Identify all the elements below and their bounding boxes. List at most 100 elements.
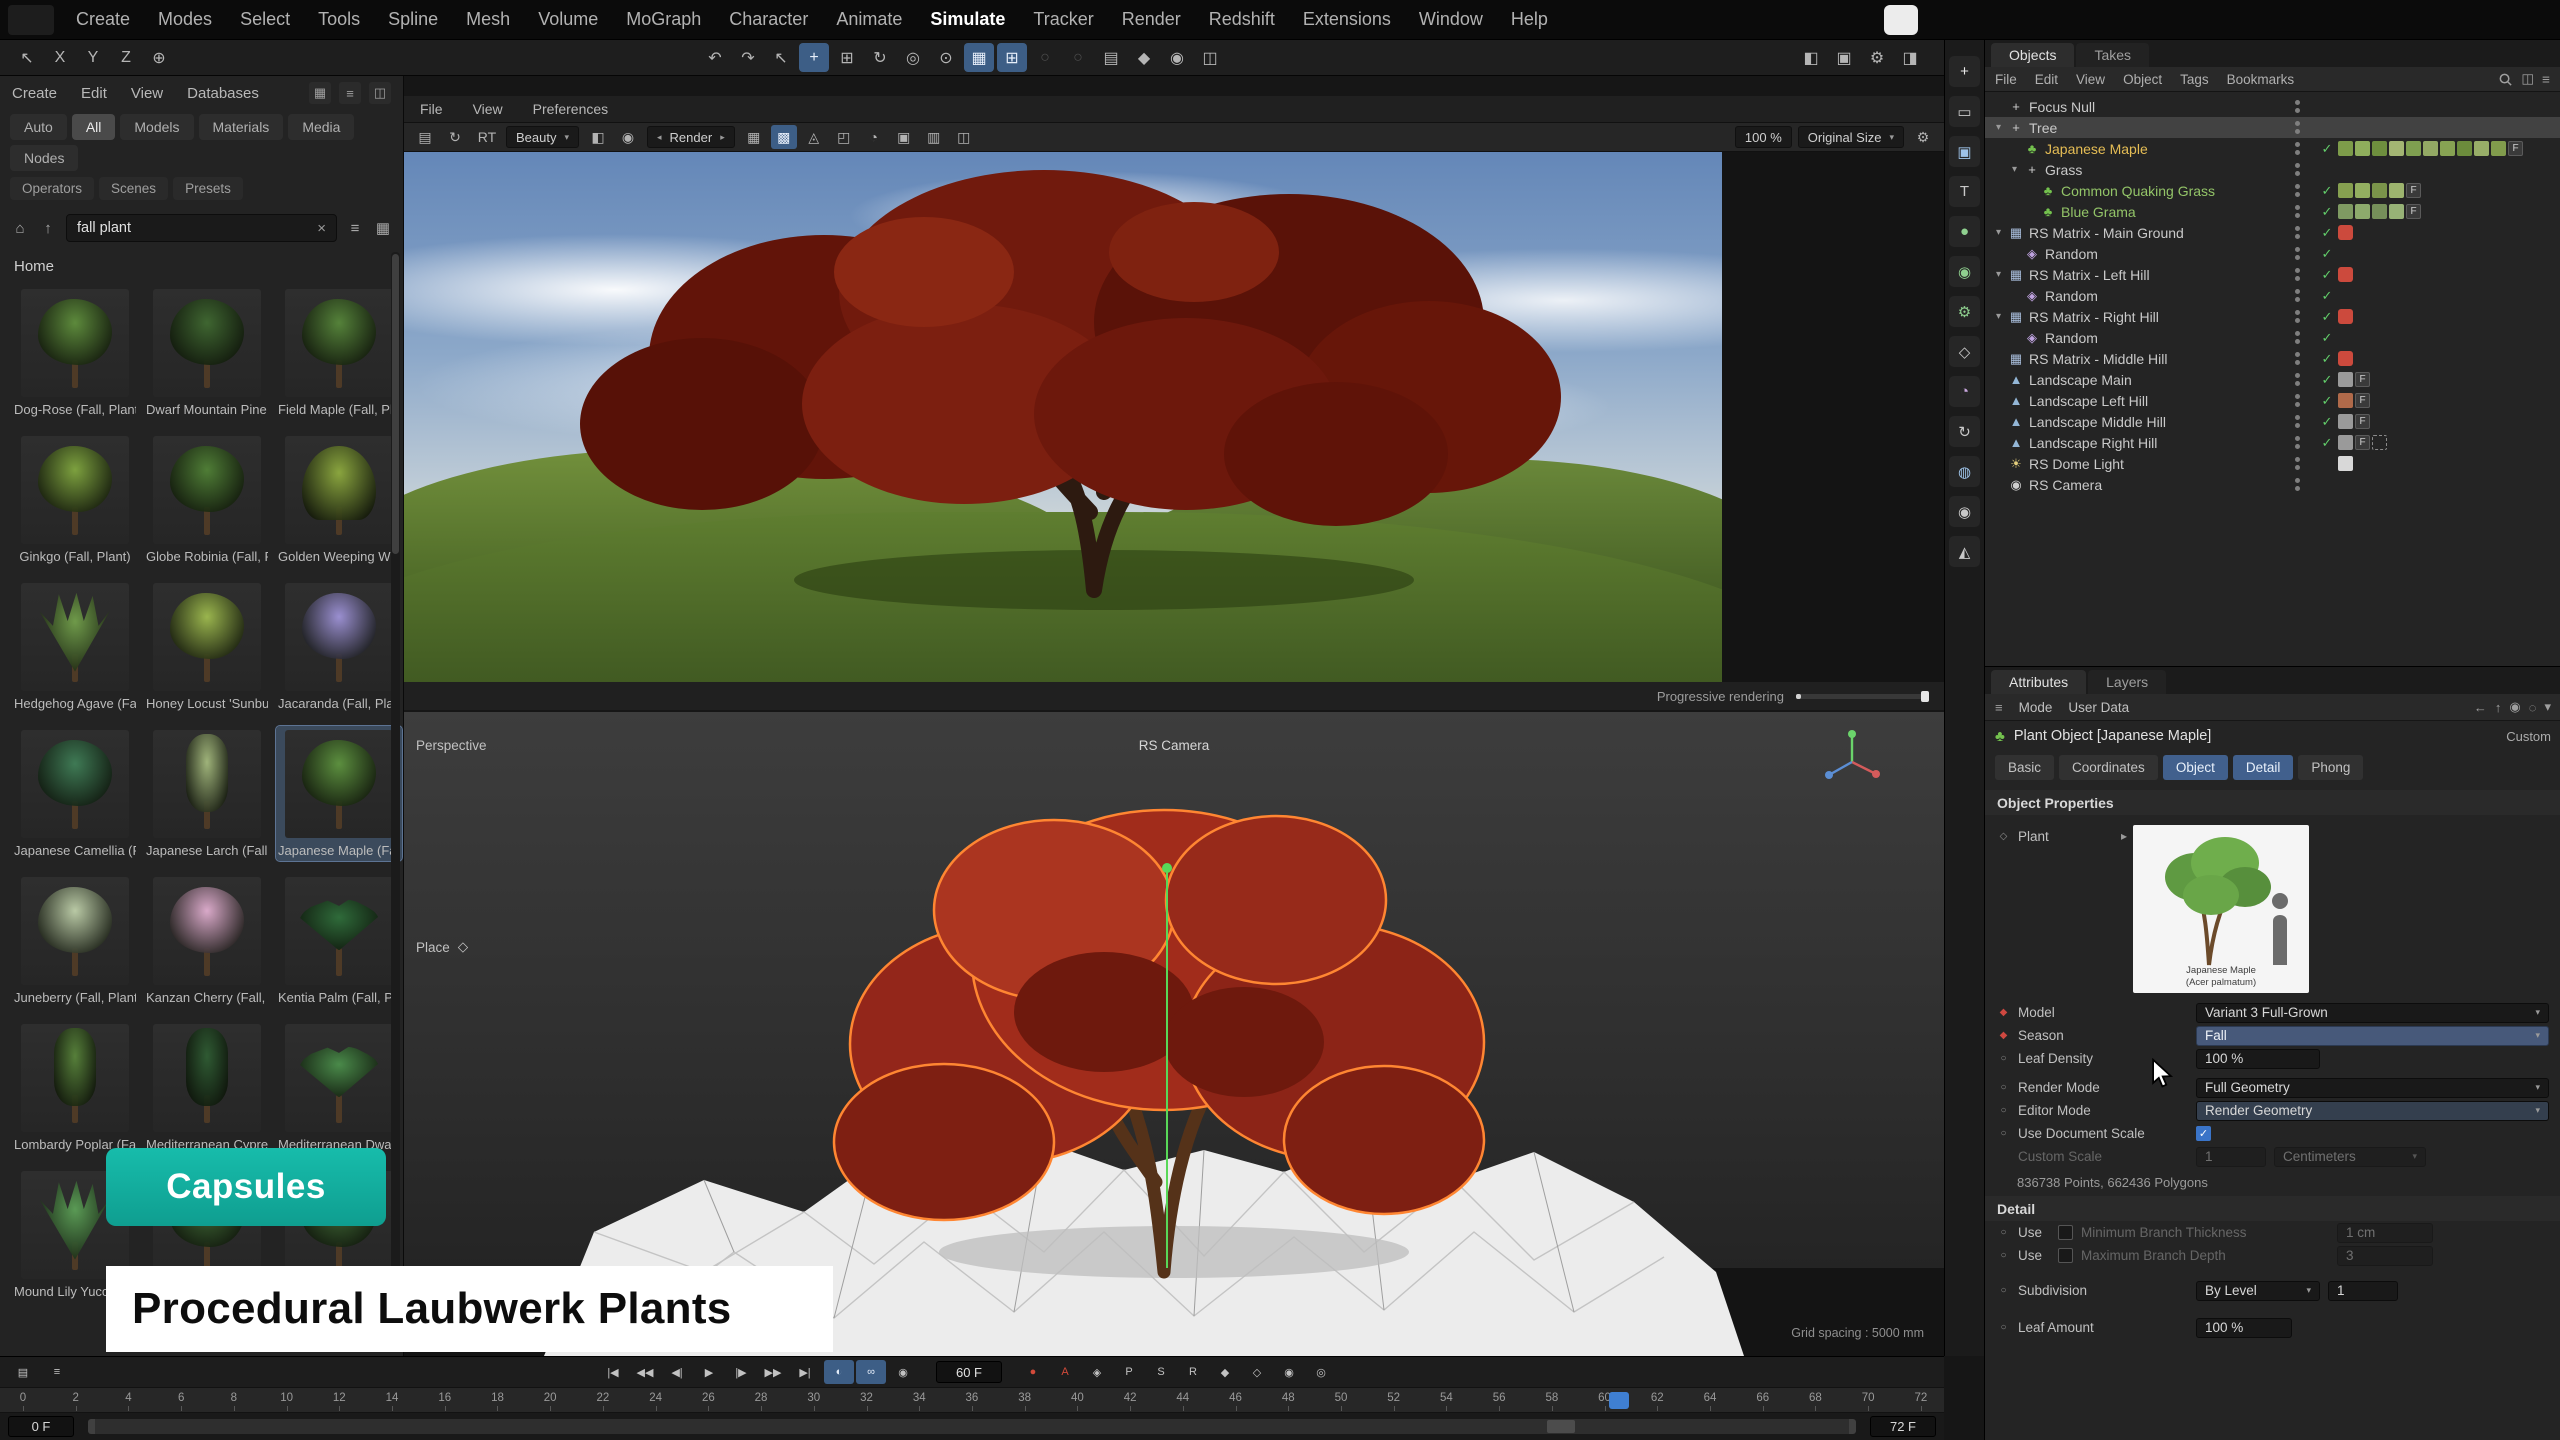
grid-icon[interactable]: ▦ (741, 125, 767, 149)
menu-item[interactable]: Spline (374, 0, 452, 39)
coord-globe-icon[interactable]: ⊙ (931, 43, 961, 72)
asset-thumbnail[interactable] (285, 877, 393, 985)
expander-icon[interactable]: ▾ (1991, 227, 2006, 238)
render-to-picture-icon[interactable]: ▣ (1829, 43, 1859, 72)
material-chip[interactable] (2372, 183, 2387, 198)
menu-item[interactable]: Redshift (1195, 0, 1289, 39)
range-playhead[interactable] (1547, 1420, 1575, 1433)
coord-system-toggle[interactable]: ⊕ (144, 43, 174, 72)
menu-item[interactable]: Render (1108, 0, 1195, 39)
mirror-icon[interactable]: ◫ (1195, 43, 1225, 72)
section-header[interactable]: Detail (1985, 1196, 2560, 1221)
keyframe-dot[interactable]: ○ (1997, 1082, 2010, 1093)
enabled-check-icon[interactable]: ✓ (2316, 141, 2338, 157)
axis-y-toggle[interactable]: Y (78, 43, 108, 72)
sphere-tool-icon[interactable]: ● (1949, 216, 1980, 247)
object-row[interactable]: ▾ ▦ RS Matrix - Left Hill ✓ (1985, 264, 2560, 285)
render-settings-gear-icon[interactable]: ⚙ (1910, 125, 1936, 149)
asset-thumbnail[interactable] (21, 289, 129, 397)
leaf-amount-field[interactable]: 100 % (2196, 1318, 2292, 1338)
asset-thumbnail[interactable] (153, 1024, 261, 1132)
scale-tool-icon[interactable]: ⊞ (832, 43, 862, 72)
visibility-dots[interactable] (2295, 457, 2300, 470)
spline-pen-icon[interactable]: ◇ (1949, 336, 1980, 367)
history-back-icon[interactable]: ○ (1030, 43, 1060, 72)
record-button[interactable]: ● (1018, 1360, 1048, 1384)
visibility-dots[interactable] (2295, 436, 2300, 449)
menu-item[interactable]: Simulate (916, 0, 1019, 39)
material-chip[interactable] (2389, 183, 2404, 198)
material-chip[interactable] (2474, 141, 2489, 156)
next-pass-icon[interactable]: ▸ (720, 132, 725, 143)
asset-menu-item[interactable]: Create (12, 85, 57, 102)
keyframe-dot[interactable]: ○ (1997, 1105, 2010, 1116)
asset-thumbnail[interactable] (285, 1024, 393, 1132)
visibility-dots[interactable] (2295, 100, 2300, 113)
visibility-dots[interactable] (2295, 142, 2300, 155)
rt-toggle[interactable]: RT (474, 125, 500, 149)
asset-item[interactable]: Japanese Camellia (Fal... (12, 726, 138, 861)
redshift-object-tag[interactable] (2338, 267, 2353, 282)
search-icon[interactable]: ◌ (2529, 700, 2537, 715)
histogram-icon[interactable]: ▥ (921, 125, 947, 149)
object-row[interactable]: ◈ Random ✓ (1985, 285, 2560, 306)
rotate-view-icon[interactable]: ↻ (1949, 416, 1980, 447)
material-chip[interactable] (2355, 183, 2370, 198)
material-chip[interactable] (2372, 204, 2387, 219)
field-tag[interactable]: F (2508, 141, 2523, 156)
season-dropdown[interactable]: Fall ▾ (2196, 1026, 2549, 1046)
visibility-dots[interactable] (2295, 247, 2300, 260)
object-row[interactable]: + Focus Null (1985, 96, 2560, 117)
visibility-dots[interactable] (2295, 121, 2300, 134)
material-chip[interactable] (2338, 141, 2353, 156)
keyframe-dot[interactable]: ◆ (1997, 1007, 2010, 1018)
subdivision-level-field[interactable]: 1 (2328, 1281, 2398, 1301)
pass-navigator[interactable]: ◂ Render ▸ (647, 126, 735, 148)
field-tag[interactable]: F (2406, 204, 2421, 219)
material-chip[interactable] (2389, 141, 2404, 156)
material-chip[interactable] (2491, 141, 2506, 156)
attribute-tab-button[interactable]: Detail (2233, 755, 2294, 780)
render-menu-item[interactable]: Preferences (533, 101, 608, 117)
asset-thumbnail[interactable] (285, 730, 393, 838)
range-start-field[interactable]: 0 F (8, 1416, 74, 1437)
visibility-dots[interactable] (2295, 331, 2300, 344)
play-button[interactable]: ▶ (694, 1360, 724, 1384)
back-arrow-icon[interactable]: ← (2474, 700, 2487, 715)
enabled-check-icon[interactable]: ✓ (2316, 393, 2338, 409)
interactive-render-icon[interactable]: ◨ (1895, 43, 1925, 72)
object-label[interactable]: RS Camera (2029, 477, 2102, 493)
asset-filter-tab[interactable]: Models (120, 114, 193, 140)
camera-tool-icon[interactable]: ◉ (1949, 496, 1980, 527)
object-row[interactable]: ◈ Random ✓ (1985, 243, 2560, 264)
expander-icon[interactable]: ▾ (2007, 164, 2022, 175)
material-chip[interactable] (2355, 204, 2370, 219)
material-chip[interactable] (2338, 372, 2353, 387)
asset-filter-tab[interactable]: All (72, 114, 116, 140)
asset-category-tab[interactable]: Scenes (99, 177, 168, 200)
move-axis-tool-icon[interactable]: + (1949, 56, 1980, 87)
object-row[interactable]: ▾ + Tree (1985, 117, 2560, 138)
panel-toggle-icon[interactable]: ◫ (369, 82, 391, 104)
keyframe-dot[interactable]: ○ (1997, 1053, 2010, 1064)
material-chip[interactable] (2338, 456, 2353, 471)
object-row[interactable]: ▲ Landscape Right Hill ✓ F (1985, 432, 2560, 453)
keyframe-dot[interactable]: ○ (1997, 1227, 2010, 1238)
redshift-object-tag[interactable] (2338, 225, 2353, 240)
menu-item[interactable]: MoGraph (612, 0, 715, 39)
loop-icon[interactable]: ∞ (856, 1360, 886, 1384)
object-label[interactable]: RS Matrix - Right Hill (2029, 309, 2159, 325)
mode-menu[interactable]: Mode (2019, 700, 2053, 715)
model-dropdown[interactable]: Variant 3 Full-Grown ▾ (2196, 1003, 2549, 1023)
material-chip[interactable] (2338, 204, 2353, 219)
record-point-level-icon[interactable]: ◇ (1242, 1360, 1272, 1384)
search-input[interactable]: fall plant × (66, 214, 337, 242)
asset-item[interactable]: Jacaranda (Fall, Plant) (276, 579, 402, 714)
asset-thumbnail[interactable] (21, 583, 129, 691)
perspective-viewport[interactable]: Perspective RS Camera Place ◇ Grid spaci… (404, 712, 1944, 1356)
menu-item[interactable]: Tracker (1019, 0, 1107, 39)
enabled-check-icon[interactable]: ✓ (2316, 288, 2338, 304)
object-menu-item[interactable]: View (2076, 72, 2105, 87)
enabled-check-icon[interactable]: ✓ (2316, 414, 2338, 430)
material-chip[interactable] (2372, 141, 2387, 156)
